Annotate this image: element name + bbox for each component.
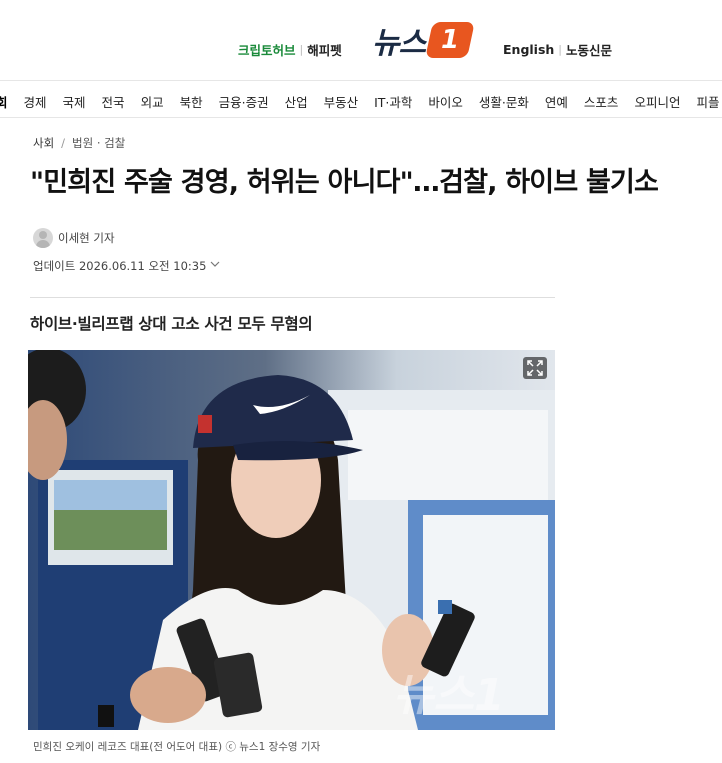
crypto-hub-link[interactable]: 크립토허브 xyxy=(238,40,296,59)
nav-item[interactable]: 국제 xyxy=(63,92,86,111)
happypet-link[interactable]: 해피펫 xyxy=(307,40,342,59)
nav-item[interactable]: 피플 xyxy=(696,92,719,111)
logo-text: 뉴스 xyxy=(372,26,426,61)
expand-icon[interactable] xyxy=(523,357,547,379)
breadcrumb-separator: / xyxy=(61,136,66,150)
avatar-icon xyxy=(33,228,53,248)
author-name[interactable]: 이세현 기자 xyxy=(58,230,115,246)
update-timestamp[interactable]: 업데이트 2026.06.11 오전 10:35 xyxy=(33,258,220,274)
main-nav: 회 경제 국제 전국 외교 북한 금융·증권 산업 부동산 IT·과학 바이오 생활·문화 연예 스포츠 오… xyxy=(0,80,722,118)
nav-item[interactable]: 바이오 xyxy=(428,92,463,111)
nav-item[interactable]: IT·과학 xyxy=(374,92,412,111)
top-header: 크립토허브 | 해피펫 뉴스 1 English | 노동신문 xyxy=(0,0,722,80)
nav-item[interactable]: 오피니언 xyxy=(634,92,680,111)
breadcrumb-subsection[interactable]: 법원 · 검찰 xyxy=(72,135,125,151)
divider xyxy=(30,297,555,298)
photo-watermark: 뉴스1 xyxy=(393,670,505,721)
nav-item[interactable]: 금융·증권 xyxy=(219,92,269,111)
nav-item[interactable]: 전국 xyxy=(102,92,125,111)
nav-item[interactable]: 북한 xyxy=(180,92,203,111)
photo-illustration: 뉴스1 xyxy=(28,350,555,730)
nav-item[interactable]: 스포츠 xyxy=(584,92,619,111)
separator: | xyxy=(558,43,563,56)
breadcrumb: 사회 / 법원 · 검찰 xyxy=(33,135,125,151)
separator: | xyxy=(299,43,304,56)
nav-item[interactable]: 산업 xyxy=(285,92,308,111)
author-byline[interactable]: 이세현 기자 xyxy=(33,228,115,248)
article-headline: "민희진 주술 경영, 허위는 아니다"…검찰, 하이브 불기소 xyxy=(30,167,659,198)
article-photo[interactable]: 뉴스1 xyxy=(28,350,555,730)
nav-item[interactable]: 외교 xyxy=(141,92,164,111)
english-link[interactable]: English xyxy=(503,42,554,57)
nav-items: 회 경제 국제 전국 외교 북한 금융·증권 산업 부동산 IT·과학 바이오 생활·문화 연예 스포츠 오… xyxy=(0,92,722,111)
chevron-down-icon[interactable] xyxy=(210,261,220,271)
top-right-links: English | 노동신문 xyxy=(503,40,612,59)
news1-logo[interactable]: 뉴스 1 xyxy=(372,18,476,62)
nav-item[interactable]: 회 xyxy=(0,92,8,111)
breadcrumb-section[interactable]: 사회 xyxy=(33,135,54,151)
nav-item[interactable]: 부동산 xyxy=(324,92,359,111)
logo-badge: 1 xyxy=(425,22,476,58)
photo-caption: 민희진 오케이 레코즈 대표(전 어도어 대표) ⓒ 뉴스1 장수영 기자 xyxy=(33,741,321,753)
article-subtitle: 하이브·빌리프랩 상대 고소 사건 모두 무혐의 xyxy=(30,315,313,333)
top-left-links: 크립토허브 | 해피펫 xyxy=(238,40,342,59)
nav-item[interactable]: 연예 xyxy=(545,92,568,111)
nodong-sinmun-link[interactable]: 노동신문 xyxy=(566,40,612,59)
update-text: 업데이트 2026.06.11 오전 10:35 xyxy=(33,259,207,273)
nav-item[interactable]: 생활·문화 xyxy=(479,92,529,111)
nav-item[interactable]: 경제 xyxy=(24,92,47,111)
